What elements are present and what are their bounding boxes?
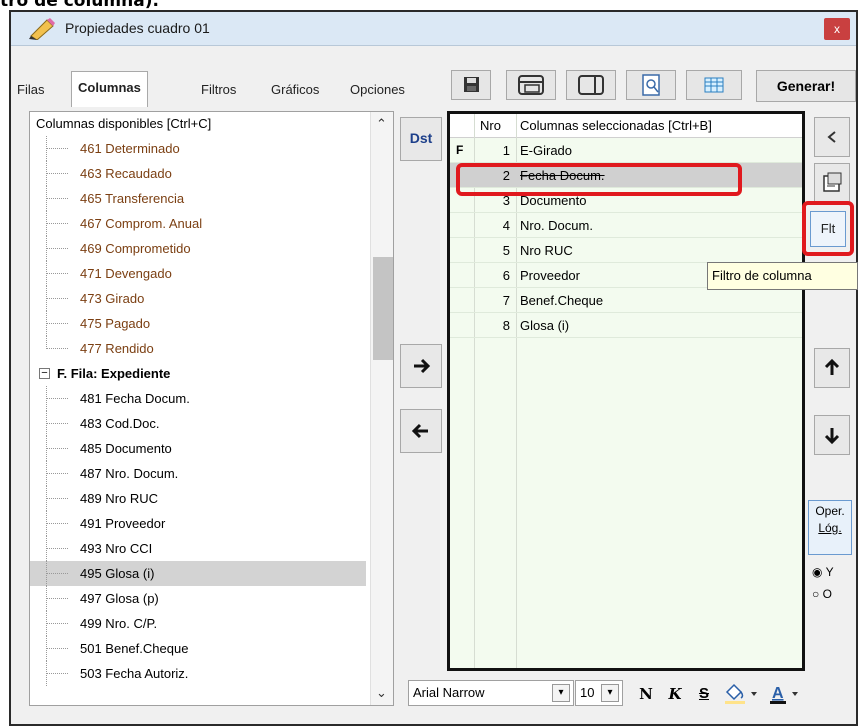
properties-icon [823,172,842,192]
font-color-button[interactable]: A [766,682,806,706]
tab-columnas[interactable]: Columnas [71,71,148,107]
header-columns: Columnas seleccionadas [Ctrl+B] [520,118,712,133]
tab-opciones[interactable]: Opciones [344,74,411,106]
scroll-up-icon[interactable]: ⌃ [376,116,387,132]
arrow-down-icon [824,428,840,445]
filter-tooltip: Filtro de columna [707,262,858,290]
list-item[interactable]: 475 Pagado [30,311,366,336]
highlight-selected-row [456,163,742,196]
list-item[interactable]: 493 Nro CCI [30,536,366,561]
svg-text:A: A [772,685,784,702]
list-item[interactable]: 469 Comprometido [30,236,366,261]
radio-empty-icon[interactable]: ○ [812,587,819,601]
pencil-app-icon [29,18,55,40]
table-row[interactable]: 8 Glosa (i) [450,313,802,338]
strikethrough-button[interactable]: S [693,682,715,706]
list-item[interactable]: 491 Proveedor [30,511,366,536]
generate-button[interactable]: Generar! [756,70,856,102]
properties-window: Propiedades cuadro 01 x Filas Columnas F… [9,10,858,726]
paint-bucket-icon [725,683,757,704]
grid-button[interactable] [686,70,742,100]
move-down-button[interactable] [814,415,850,455]
move-up-button[interactable] [814,348,850,388]
available-columns-header: Columnas disponibles [Ctrl+C] [36,116,212,131]
add-column-button[interactable] [400,344,442,388]
table-row[interactable]: F 1 E-Girado [450,138,802,163]
bold-button[interactable]: N [635,682,657,706]
list-item[interactable]: 477 Rendido [30,336,366,361]
dst-button[interactable]: Dst [400,117,442,161]
list-item[interactable]: 501 Benef.Cheque [30,636,366,661]
arrow-left-icon [411,423,428,439]
fill-color-button[interactable] [721,682,761,706]
italic-button[interactable]: K [664,682,686,706]
radio-or[interactable]: ○ O [812,587,832,601]
list-item[interactable]: 483 Cod.Doc. [30,411,366,436]
highlight-filter-button [802,201,854,256]
list-item[interactable]: 487 Nro. Docum. [30,461,366,486]
arrow-right-icon [414,358,431,374]
radio-and[interactable]: ◉ Y [812,565,834,579]
table-row[interactable]: 4 Nro. Docum. [450,213,802,238]
arrow-up-icon [824,358,840,375]
list-item[interactable]: 499 Nro. C/P. [30,611,366,636]
properties-button[interactable] [814,163,850,203]
list-item-selected[interactable]: 495 Glosa (i) [30,561,366,586]
close-button[interactable]: x [824,18,850,40]
preview-button[interactable] [626,70,676,100]
radio-selected-icon[interactable]: ◉ [812,565,822,579]
collapse-toggle-icon[interactable]: − [39,368,50,379]
layout-button[interactable] [506,70,556,100]
tab-graficos[interactable]: Gráficos [265,74,325,106]
chevron-left-icon [827,131,836,143]
window-title: Propiedades cuadro 01 [65,20,210,36]
list-item[interactable]: 489 Nro RUC [30,486,366,511]
tab-filtros[interactable]: Filtros [195,74,242,106]
list-item[interactable]: 485 Documento [30,436,366,461]
window-icon [518,75,544,95]
save-icon [464,77,479,92]
title-bar[interactable]: Propiedades cuadro 01 x [11,12,856,46]
preview-icon [642,74,660,96]
list-item[interactable]: 497 Glosa (p) [30,586,366,611]
font-family-select[interactable]: Arial Narrow ▾ [408,680,574,706]
scroll-thumb[interactable] [373,257,393,360]
font-color-icon: A [770,685,798,704]
list-item[interactable]: 463 Recaudado [30,161,366,186]
chevron-down-icon[interactable]: ▾ [552,684,570,702]
list-item[interactable]: 473 Girado [30,286,366,311]
chevron-down-icon[interactable]: ▾ [601,684,619,702]
available-columns-list[interactable]: Columnas disponibles [Ctrl+C] 461 Determ… [29,111,394,706]
vertical-scrollbar[interactable]: ⌃ ⌄ [370,112,393,705]
header-nro: Nro [480,118,501,133]
list-item[interactable]: 465 Transferencia [30,186,366,211]
collapse-panel-button[interactable] [814,117,850,157]
logical-operator-label: Oper. Lóg. [808,500,852,555]
scroll-down-icon[interactable]: ⌄ [376,685,387,701]
list-item[interactable]: 461 Determinado [30,136,366,161]
save-button[interactable] [451,70,491,100]
list-item[interactable]: 471 Devengado [30,261,366,286]
panel-button[interactable] [566,70,616,100]
table-row[interactable]: 7 Benef.Cheque [450,288,802,313]
table-row[interactable]: 5 Nro RUC [450,238,802,263]
grid-header: Nro Columnas seleccionadas [Ctrl+B] [450,114,802,138]
font-size-select[interactable]: 10 ▾ [575,680,623,706]
list-item[interactable]: 503 Fecha Autoriz. [30,661,366,686]
tab-filas[interactable]: Filas [11,74,50,106]
remove-column-button[interactable] [400,409,442,453]
grid-icon [704,77,724,93]
list-item[interactable]: 467 Comprom. Anual [30,211,366,236]
group-expediente[interactable]: − F. Fila: Expediente [30,361,366,386]
list-item[interactable]: 481 Fecha Docum. [30,386,366,411]
panel-icon [578,75,604,95]
